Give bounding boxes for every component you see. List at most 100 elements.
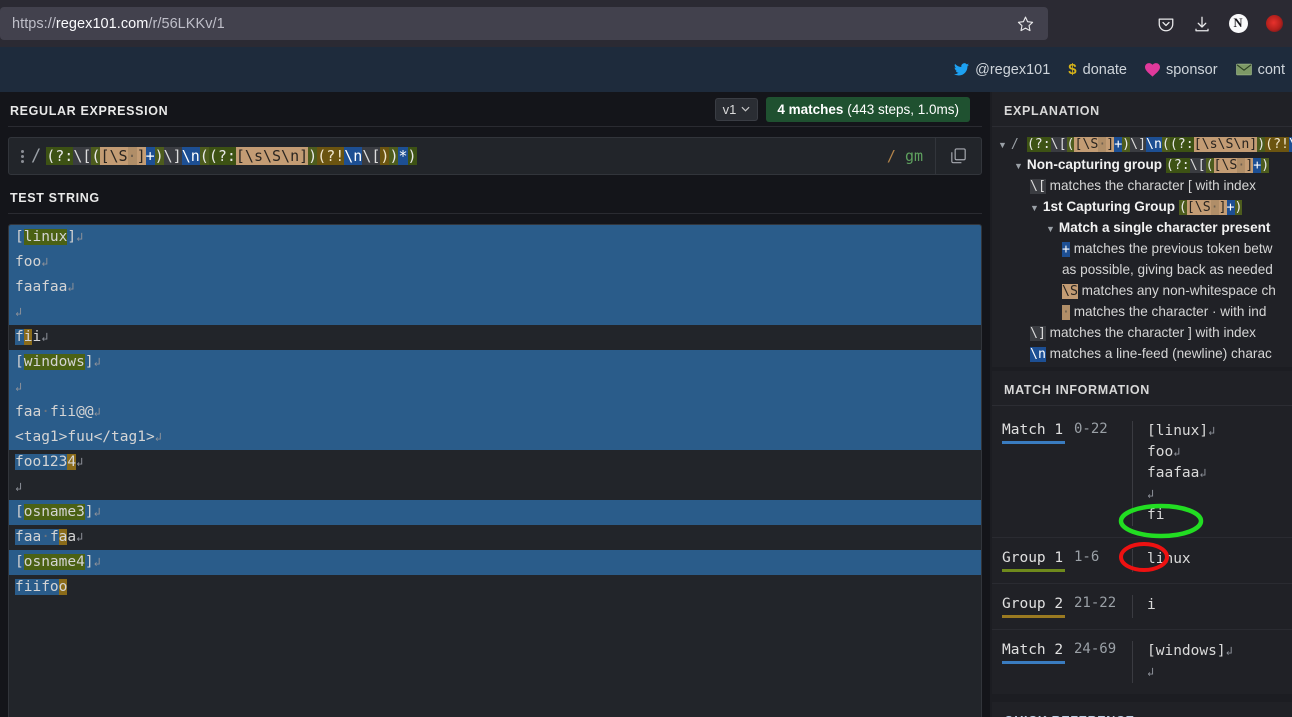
test-string-line[interactable]: faa·fii@@↲ <box>9 400 981 425</box>
test-string-section: TEST STRING [linux]↲ foo↲ faafaa↲ ↲ fii↲ [win… <box>8 179 982 717</box>
account-icon[interactable]: N <box>1220 6 1256 42</box>
test-string-line[interactable]: [linux]↲ <box>9 225 981 250</box>
test-string-line[interactable]: foo↲ <box>9 250 981 275</box>
heart-icon <box>1144 62 1160 77</box>
topnav-item-donate[interactable]: $ donate <box>1061 61 1134 78</box>
chevron-down-icon <box>741 106 750 112</box>
test-string-segment: ] <box>84 504 94 520</box>
explanation-row[interactable]: \] matches the character ] with index <box>992 322 1292 343</box>
regex-pattern-text[interactable]: (?:\[([\S·]+)\]\n((?:[\s\S\n])(?!\n\[))*… <box>46 145 887 167</box>
quick-reference-panel-title: QUICK REFERENCE <box>992 702 1292 717</box>
url-bar[interactable]: https://regex101.com/r/56LKKv/1 <box>0 7 1048 40</box>
explanation-heading: 1st Capturing Group <box>1042 199 1179 214</box>
chevron-down-icon[interactable]: ▼ <box>1030 203 1043 213</box>
explanation-row[interactable]: ▼/ (?:\[([\S·]+)\]\n((?:[\s\S\n])(?!\n\[… <box>992 133 1292 154</box>
pocket-icon[interactable] <box>1148 6 1184 42</box>
explanation-pattern: (?:\[([\S·]+)\]\n((?:[\s\S\n])(?!\n\[))*… <box>1026 137 1292 152</box>
test-string-line[interactable]: [osname4]↲ <box>9 550 981 575</box>
regex-token-5: ) <box>1234 200 1243 215</box>
newline-glyph-icon: ↲ <box>1199 466 1207 480</box>
bookmark-star-icon[interactable] <box>1010 9 1040 39</box>
topnav-label-sponsor: sponsor <box>1165 61 1218 78</box>
test-string-line[interactable]: fii↲ <box>9 325 981 350</box>
topnav-label-contact: cont <box>1257 61 1285 78</box>
extension-red-icon[interactable] <box>1256 6 1292 42</box>
regex-token-8: \] <box>163 147 182 165</box>
regex101-page: @regex101 $ donate sponsor cont REGULAR … <box>0 47 1292 717</box>
copy-icon[interactable] <box>935 137 981 175</box>
test-string-line[interactable]: [windows]↲ <box>9 350 981 375</box>
test-string-line[interactable]: foo1234↲ <box>9 450 981 475</box>
explanation-row[interactable]: + matches the previous token betw <box>992 238 1292 259</box>
match-info-row[interactable]: Match 2 24-69 [windows]↲ ↲ <box>992 630 1292 694</box>
test-string-line[interactable]: faa·faa↲ <box>9 525 981 550</box>
downloads-icon[interactable] <box>1184 6 1220 42</box>
explanation-row[interactable]: ▼ Non-capturing group (?:\[([\S·]+) <box>992 154 1292 175</box>
regex-token-11: (?: <box>1169 137 1194 152</box>
topnav-item-sponsor[interactable]: sponsor <box>1138 62 1225 78</box>
match-info-label: Match 1 <box>1002 422 1064 438</box>
match-info-underline <box>1002 661 1065 664</box>
test-string-segment: [ <box>15 354 24 370</box>
match-info-row[interactable]: Group 1 1-6 linux <box>992 538 1292 584</box>
test-string-segment: [ <box>15 554 24 570</box>
explanation-row[interactable]: · matches the character · with ind <box>992 301 1292 322</box>
match-info-underline <box>1002 569 1065 572</box>
drag-handle-icon[interactable] <box>9 149 31 163</box>
topnav-item-twitter[interactable]: @regex101 <box>947 62 1057 78</box>
test-string-line[interactable]: fiifoo <box>9 575 981 600</box>
explanation-token: \n <box>1030 347 1046 362</box>
regex-open-delimiter: / <box>31 146 42 166</box>
chevron-down-icon[interactable]: ▼ <box>998 140 1011 150</box>
explanation-tree[interactable]: ▼/ (?:\[([\S·]+)\]\n((?:[\s\S\n])(?!\n\[… <box>992 127 1292 367</box>
test-string-segment: ] <box>84 354 94 370</box>
regex-token-20: ) <box>407 147 417 165</box>
test-string-line[interactable]: ↲ <box>9 375 981 400</box>
match-info-value-line: [windows]↲ <box>1147 643 1233 659</box>
regex-flags[interactable]: / gm <box>887 147 935 165</box>
test-string-segment: i <box>32 579 42 595</box>
explanation-row[interactable]: \S matches any non-whitespace ch <box>992 280 1292 301</box>
explanation-row[interactable]: as possible, giving back as needed <box>992 259 1292 280</box>
test-string-segment: a <box>67 529 77 545</box>
topnav-label-donate: donate <box>1082 61 1127 78</box>
test-string-editor[interactable]: [linux]↲ foo↲ faafaa↲ ↲ fii↲ [windows]↲ ↲ faa·f… <box>8 224 982 717</box>
explanation-text: as possible, giving back as needed <box>1062 262 1273 277</box>
match-info-row[interactable]: Group 2 21-22 i <box>992 584 1292 630</box>
regex-panel-title: REGULAR EXPRESSION <box>10 104 169 118</box>
test-string-segment: faa <box>15 529 42 545</box>
match-info-label-wrap: Group 2 <box>1002 595 1074 618</box>
test-string-line[interactable]: ↲ <box>9 475 981 500</box>
regex-token-3: [\S <box>100 147 128 165</box>
newline-glyph-icon: ↲ <box>76 230 84 244</box>
test-string-line[interactable]: [osname3]↲ <box>9 500 981 525</box>
topnav-item-contact[interactable]: cont <box>1229 62 1292 78</box>
regex-version-selector[interactable]: v1 <box>714 97 759 121</box>
match-info-row[interactable]: Match 1 0-22 [linux]↲ foo↲ faafaa↲ ↲ fi <box>992 410 1292 538</box>
regex-token-16: \[ <box>362 147 381 165</box>
chevron-down-icon[interactable]: ▼ <box>1046 224 1059 234</box>
explanation-row[interactable]: ▼ Match a single character present <box>992 217 1292 238</box>
test-string-segment: [ <box>15 229 24 245</box>
topnav-label-twitter: @regex101 <box>975 61 1051 78</box>
test-string-line[interactable]: <tag1>fuu</tag1>↲ <box>9 425 981 450</box>
test-string-line[interactable]: faafaa↲ <box>9 275 981 300</box>
regex-token-3: [\S <box>1074 137 1099 152</box>
regex-token-10: ( <box>199 147 209 165</box>
explanation-row[interactable]: ▼ 1st Capturing Group ([\S·]+) <box>992 196 1292 217</box>
explanation-row[interactable]: \[ matches the character [ with index <box>992 175 1292 196</box>
explanation-text: matches the character [ with index <box>1049 178 1256 193</box>
regex-token-14: (?! <box>317 147 345 165</box>
match-info-value: [linux]↲ foo↲ faafaa↲ ↲ fi <box>1132 421 1292 526</box>
test-string-line[interactable]: ↲ <box>9 300 981 325</box>
regex-token-4: + <box>1226 200 1235 215</box>
explanation-prefix: / <box>1010 137 1027 152</box>
regex-token-6: + <box>1114 137 1123 152</box>
test-string-segment: ] <box>67 229 77 245</box>
explanation-row[interactable]: \n matches a line-feed (newline) charac <box>992 343 1292 364</box>
chevron-down-icon[interactable]: ▼ <box>1014 161 1027 171</box>
match-info-value-line: linux <box>1147 551 1191 567</box>
regex-input-box[interactable]: / (?:\[([\S·]+)\]\n((?:[\s\S\n])(?!\n\[)… <box>8 137 982 175</box>
match-info-range: 21-22 <box>1074 595 1117 611</box>
dollar-icon: $ <box>1068 61 1077 78</box>
